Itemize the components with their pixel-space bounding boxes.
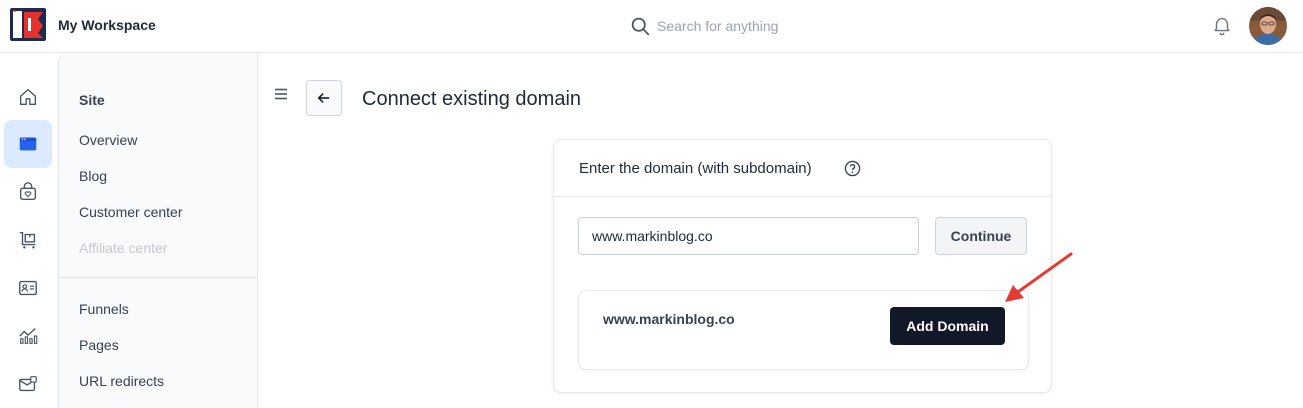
add-domain-button[interactable]: Add Domain <box>890 307 1005 345</box>
home-icon[interactable] <box>4 73 52 121</box>
help-question-icon[interactable] <box>844 160 861 177</box>
domain-result-item: www.markinblog.co Add Domain <box>578 290 1029 370</box>
search-icon <box>631 17 650 35</box>
card-header: Enter the domain (with subdomain) <box>554 140 1051 197</box>
subnav-item-overview[interactable]: Overview <box>79 132 137 148</box>
workspace-name[interactable]: My Workspace <box>58 17 156 33</box>
subnav-heading: Site <box>79 92 105 108</box>
arrow-left-icon <box>317 93 330 103</box>
user-avatar[interactable] <box>1249 7 1287 45</box>
main-content: Connect existing domain Enter the domain… <box>259 53 1303 408</box>
store-bag-icon[interactable] <box>4 168 52 216</box>
connect-domain-card: Enter the domain (with subdomain) Contin… <box>553 139 1052 393</box>
subnav-divider <box>59 277 258 278</box>
analytics-icon[interactable] <box>4 312 52 360</box>
domain-input[interactable] <box>578 217 919 255</box>
mail-icon[interactable] <box>4 360 52 408</box>
contact-card-icon[interactable] <box>4 264 52 312</box>
page-title: Connect existing domain <box>362 88 582 110</box>
clickfunnels-logo-icon[interactable] <box>10 8 46 41</box>
browser-window-icon[interactable] <box>4 120 52 168</box>
annotation-arrow-icon <box>1005 252 1073 302</box>
subnav-item-pages[interactable]: Pages <box>79 337 119 353</box>
subnav-item-affiliate-center: Affiliate center <box>79 240 168 256</box>
notification-bell-icon[interactable] <box>1211 14 1233 36</box>
back-button[interactable] <box>306 80 342 116</box>
global-search[interactable]: Search for anything <box>630 13 778 39</box>
result-domain-name: www.markinblog.co <box>603 311 735 327</box>
hamburger-menu-icon[interactable] <box>273 86 289 102</box>
site-subnav: Site Overview Blog Customer center Affil… <box>58 53 258 408</box>
subnav-item-url-redirects[interactable]: URL redirects <box>79 373 164 389</box>
top-bar: My Workspace Search for anything <box>0 0 1303 53</box>
subnav-item-customer-center[interactable]: Customer center <box>79 204 182 220</box>
card-title: Enter the domain (with subdomain) <box>579 160 812 177</box>
search-input[interactable]: Search for anything <box>657 18 778 34</box>
subnav-item-funnels[interactable]: Funnels <box>79 301 129 317</box>
subnav-item-blog[interactable]: Blog <box>79 168 107 184</box>
cart-icon[interactable] <box>4 216 52 264</box>
app-nav-rail <box>0 53 58 408</box>
